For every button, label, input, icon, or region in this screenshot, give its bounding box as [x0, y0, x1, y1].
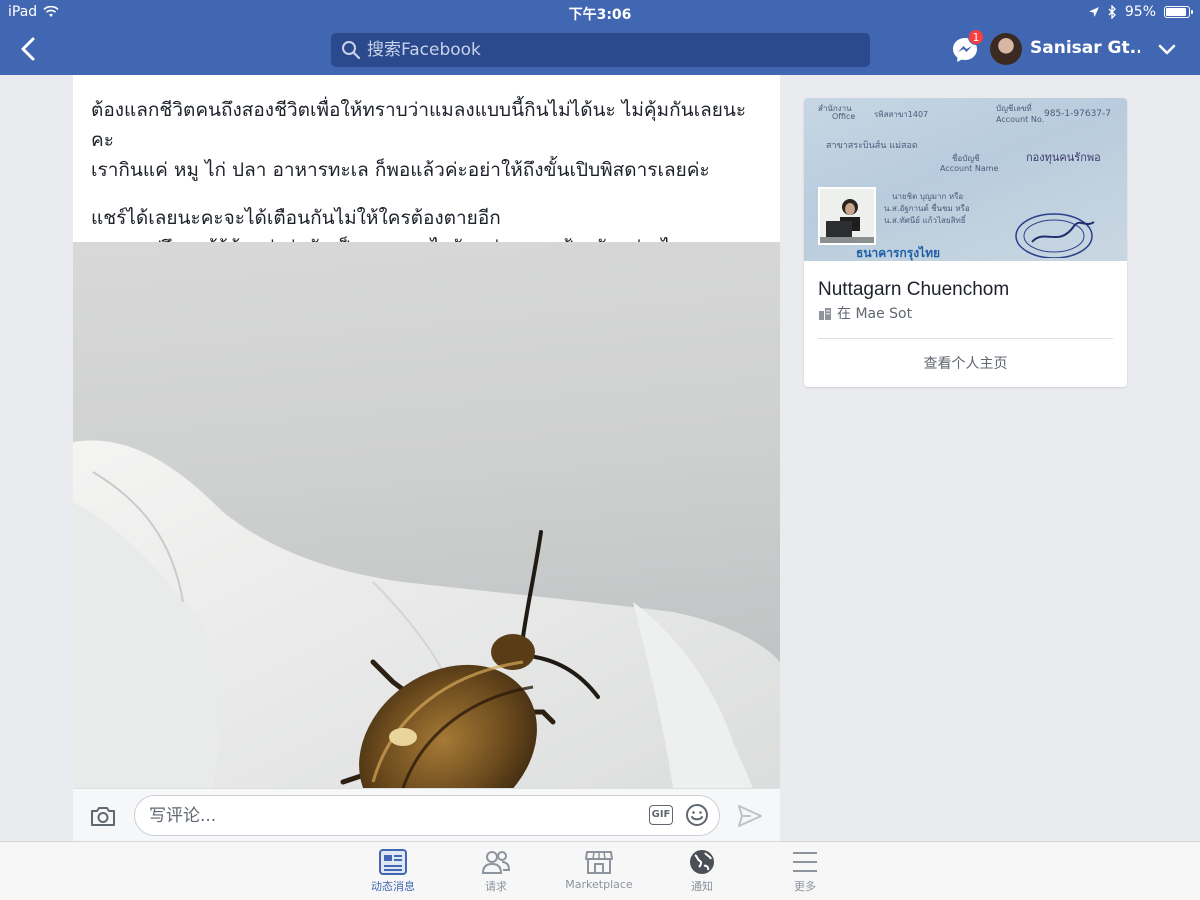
chevron-down-icon[interactable]: [1156, 38, 1178, 60]
tab-notifications[interactable]: 通知: [652, 848, 752, 894]
search-input[interactable]: [367, 40, 847, 60]
bluetooth-icon: [1108, 5, 1116, 19]
search-bar[interactable]: [331, 33, 870, 67]
post-line: แชร์ได้เลยนะคะจะได้เตือนกันไม่ให้ใครต้อง…: [91, 207, 501, 229]
tab-news-feed[interactable]: 动态消息: [343, 848, 443, 894]
friends-icon: [481, 851, 511, 874]
profile-picture-image: [820, 189, 874, 243]
post-line: เรากินแค่ หมู ไก่ ปลา อาหารทะเล ก็พอแล้ว…: [91, 159, 710, 181]
menu-icon: [793, 852, 817, 872]
emoji-icon[interactable]: [685, 803, 709, 827]
location-arrow-icon: [1088, 7, 1099, 17]
tab-label: 更多: [794, 880, 816, 893]
avatar[interactable]: [990, 33, 1022, 65]
tab-label: 通知: [691, 880, 713, 893]
send-icon[interactable]: [737, 804, 763, 828]
profile-card: สำนักงาน Office รพิสสาขา1407 บัญชีเลขที่…: [804, 98, 1127, 387]
cover-account-name: กองทุนคนรักพอ: [1026, 151, 1101, 164]
profile-picture[interactable]: [818, 187, 876, 245]
tab-requests[interactable]: 请求: [446, 848, 546, 894]
bottom-tab-bar: 动态消息 请求 Marketplace 通知 更多: [0, 841, 1200, 900]
cover-account-name-en: Account Name: [940, 164, 999, 173]
profile-location-text: 在 Mae Sot: [837, 306, 913, 322]
news-feed-icon: [379, 849, 407, 875]
post-text: ต้องแลกชีวิตคนถึงสองชีวิตเพื่อให้ทราบว่า…: [73, 75, 780, 263]
search-icon: [342, 41, 361, 60]
battery-percent: 95%: [1124, 4, 1156, 20]
comment-bar: GIF: [73, 788, 780, 841]
cover-account-no-th: บัญชีเลขที่: [996, 104, 1032, 113]
view-profile-link[interactable]: 查看个人主页: [804, 353, 1127, 373]
cover-account-no: 985-1-97637-7: [1044, 109, 1112, 119]
user-name[interactable]: Sanisar Gt...: [1030, 38, 1140, 58]
gif-button[interactable]: GIF: [649, 805, 673, 825]
cover-branch-name: สาขาสระบินส์น แม่สอด: [826, 141, 918, 151]
post-photo[interactable]: [73, 242, 780, 788]
tab-more[interactable]: 更多: [755, 848, 855, 894]
back-arrow-icon[interactable]: [14, 34, 44, 64]
cover-signer-3: น.ส.ทัศนีย์ แก้วไสยสิทธิ์: [884, 216, 966, 225]
post-line: ต้องแลกชีวิตคนถึงสองชีวิตเพื่อให้ทราบว่า…: [91, 99, 747, 151]
tab-label: 请求: [485, 880, 507, 893]
tab-marketplace[interactable]: Marketplace: [549, 848, 649, 891]
city-icon: [819, 307, 831, 320]
status-bar: iPad 下午3:06 95%: [0, 0, 1200, 24]
tab-label: 动态消息: [371, 880, 415, 893]
bank-stamp-icon: [1015, 213, 1095, 258]
nav-bar: 1 Sanisar Gt...: [0, 24, 1200, 75]
insect-photo: [73, 440, 780, 788]
globe-icon: [690, 850, 714, 874]
divider: [818, 338, 1113, 339]
profile-location: 在 Mae Sot: [818, 303, 912, 323]
post-card: ต้องแลกชีวิตคนถึงสองชีวิตเพื่อให้ทราบว่า…: [73, 75, 780, 841]
status-right: 95%: [1088, 4, 1193, 20]
status-time: 下午3:06: [568, 7, 632, 23]
top-bar: iPad 下午3:06 95% 搜索Facebook 1 Sanisar Gt.…: [0, 0, 1200, 75]
post-paragraph: ต้องแลกชีวิตคนถึงสองชีวิตเพื่อให้ทราบว่า…: [91, 95, 762, 185]
battery-icon: [1164, 6, 1193, 18]
profile-name[interactable]: Nuttagarn Chuenchom: [818, 279, 1009, 301]
camera-icon[interactable]: [89, 802, 117, 830]
comment-input[interactable]: [134, 795, 720, 836]
messenger-badge: 1: [968, 29, 984, 45]
tab-label: Marketplace: [565, 878, 633, 891]
cover-account-no-en: Account No.: [996, 115, 1045, 124]
marketplace-icon: [585, 851, 613, 874]
cover-office-en: Office: [832, 112, 856, 121]
cover-branch: รพิสสาขา1407: [874, 110, 929, 119]
cover-bank-name: ธนาคารกรุงไทย: [856, 246, 941, 260]
battery-fill: [1166, 8, 1186, 16]
